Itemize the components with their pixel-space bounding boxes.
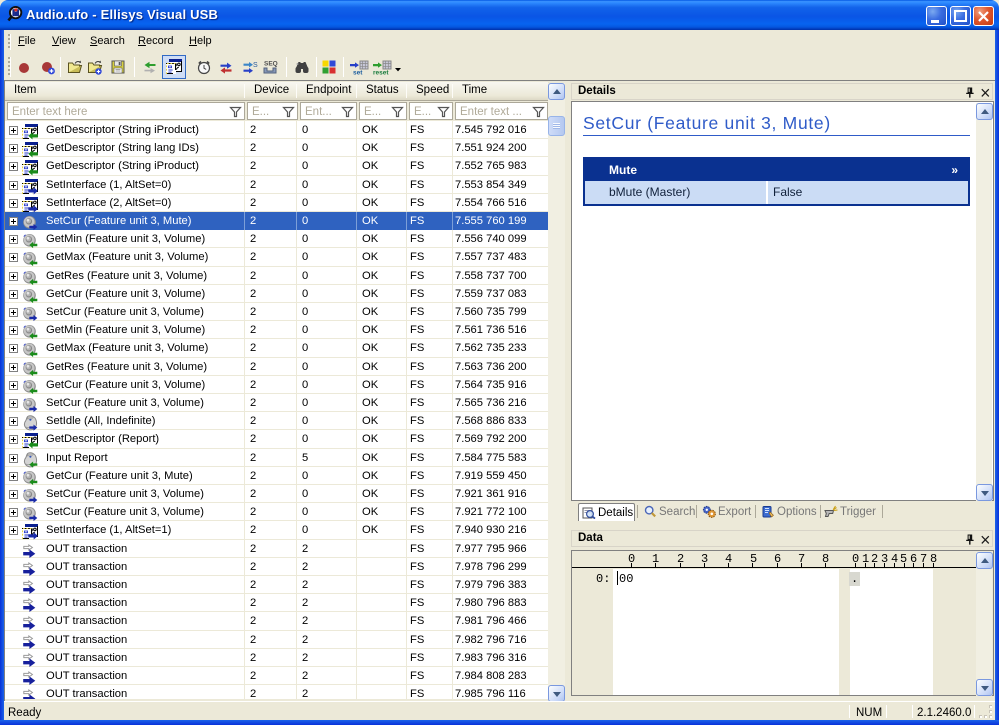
svg-text:set: set — [353, 70, 363, 76]
svg-text:SEQ: SEQ — [264, 61, 278, 68]
svg-text:S: S — [253, 62, 258, 69]
svg-text:reset: reset — [373, 70, 389, 76]
